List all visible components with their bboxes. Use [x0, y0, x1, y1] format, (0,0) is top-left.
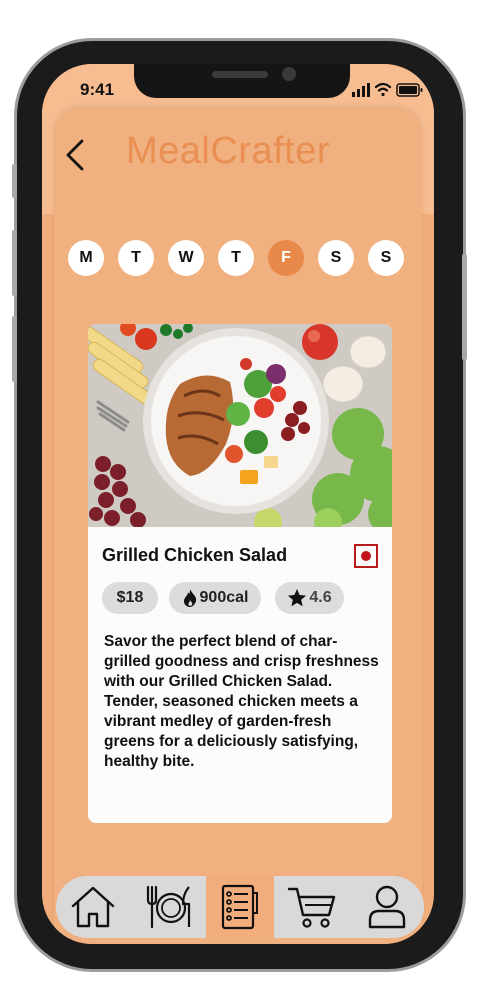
- cart-icon: [287, 887, 336, 928]
- home-icon: [71, 886, 115, 928]
- mute-switch: [12, 164, 17, 198]
- meal-card[interactable]: Grilled Chicken Salad $18 900cal 4.6 Sav…: [88, 324, 392, 823]
- nav-meals[interactable]: [130, 876, 206, 938]
- flame-icon: [183, 589, 196, 607]
- meal-photo: [88, 324, 392, 527]
- non-veg-dot: [361, 551, 371, 561]
- apple-decoration: [302, 324, 338, 360]
- day-label: F: [281, 249, 291, 266]
- day-label: S: [330, 249, 342, 266]
- day-tuesday[interactable]: T: [118, 240, 154, 276]
- front-camera: [282, 67, 296, 81]
- day-friday[interactable]: F: [268, 240, 304, 276]
- day-saturday[interactable]: S: [318, 240, 354, 276]
- day-label: S: [380, 249, 392, 266]
- calories-chip: 900cal: [169, 582, 261, 614]
- signal-icon: [352, 83, 370, 97]
- nav-meal-plan[interactable]: [206, 876, 274, 938]
- speaker: [212, 71, 268, 78]
- notch: [134, 64, 350, 98]
- day-label: M: [79, 249, 93, 266]
- chevron-left-icon: [66, 139, 84, 171]
- plate-cutlery-icon: [146, 885, 191, 929]
- day-label: T: [231, 249, 241, 266]
- wifi-icon: [374, 82, 392, 97]
- day-label: T: [131, 249, 141, 266]
- bottom-nav: [56, 876, 424, 938]
- nav-profile[interactable]: [350, 876, 424, 938]
- meal-description: Savor the perfect blend of char-grilled …: [104, 633, 379, 770]
- day-monday[interactable]: M: [68, 240, 104, 276]
- rating-chip: 4.6: [275, 582, 344, 614]
- star-icon: [288, 589, 307, 607]
- nav-home[interactable]: [56, 876, 130, 938]
- meal-title: Grilled Chicken Salad: [102, 545, 288, 565]
- meal-plan-list-icon: [221, 884, 258, 930]
- battery-icon: [396, 83, 423, 97]
- day-wednesday[interactable]: W: [168, 240, 204, 276]
- back-button[interactable]: [62, 138, 90, 172]
- price-value: $18: [116, 589, 144, 606]
- volume-down-button: [12, 316, 17, 382]
- day-sunday[interactable]: S: [368, 240, 404, 276]
- day-label: W: [178, 249, 194, 266]
- nav-cart[interactable]: [274, 876, 350, 938]
- app-title: MealCrafter: [126, 130, 330, 172]
- non-veg-mark-icon: [354, 544, 378, 568]
- day-thursday[interactable]: T: [218, 240, 254, 276]
- volume-up-button: [12, 230, 17, 296]
- price-chip: $18: [102, 582, 158, 614]
- status-time: 9:41: [80, 80, 115, 99]
- calories-value: 900cal: [199, 589, 249, 606]
- rating-value: 4.6: [309, 589, 332, 606]
- profile-icon: [368, 885, 406, 929]
- status-icons: [352, 82, 423, 97]
- power-button: [462, 254, 467, 360]
